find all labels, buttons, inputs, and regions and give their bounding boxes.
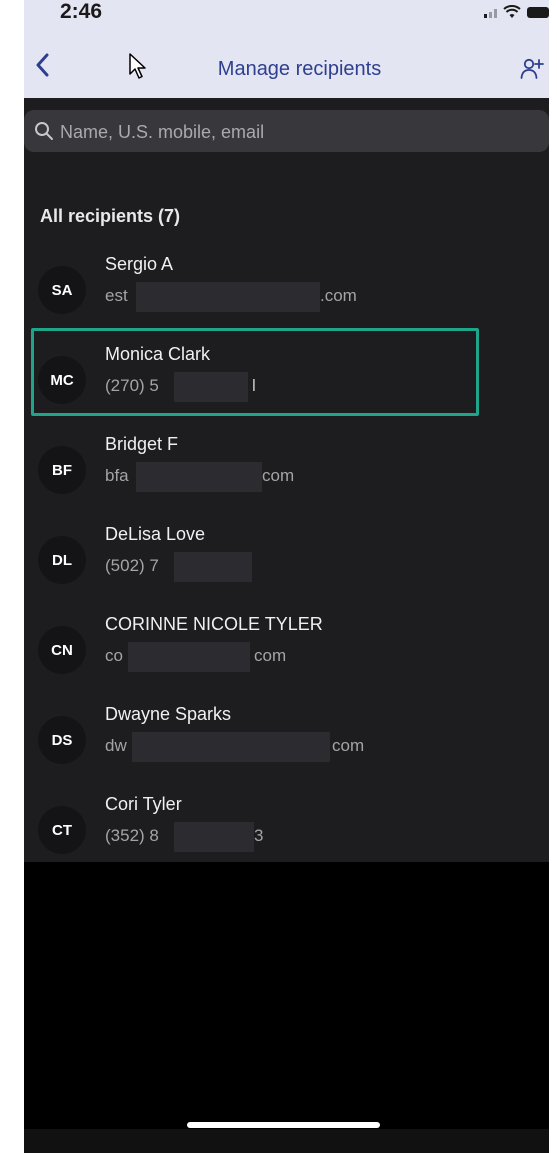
- recipient-row[interactable]: DL DeLisa Love (502) 7: [24, 510, 549, 600]
- empty-area: [24, 862, 549, 1153]
- redaction-block: [136, 462, 262, 492]
- recipient-row[interactable]: DS Dwayne Sparks dw com: [24, 690, 549, 780]
- recipient-row[interactable]: CN CORINNE NICOLE TYLER co com: [24, 600, 549, 690]
- add-person-icon: [520, 58, 544, 79]
- recipient-detail: dw: [105, 736, 127, 756]
- battery-icon: [527, 6, 549, 18]
- recipient-name: Sergio A: [105, 254, 174, 274]
- page-title: Manage recipients: [217, 58, 382, 80]
- recipient-name: CORINNE NICOLE TYLER: [105, 614, 323, 634]
- redaction-block: [136, 282, 320, 312]
- avatar: SA: [38, 266, 86, 314]
- recipient-detail: bfa: [105, 466, 129, 486]
- add-recipient-button[interactable]: [517, 54, 547, 84]
- recipient-row[interactable]: BF Bridget F bfa com: [24, 420, 549, 510]
- redaction-block: [128, 642, 250, 672]
- detail-start: co: [105, 646, 123, 665]
- phone-screen: 2:46 Manage recipients Name, U.S. mobile…: [24, 0, 549, 1153]
- recipient-detail: est: [105, 286, 128, 306]
- detail-start: est: [105, 286, 128, 305]
- recipient-detail: (352) 8: [105, 826, 159, 846]
- recipient-detail: co: [105, 646, 123, 666]
- recipient-list: All recipients (7) SA Sergio A est .com …: [24, 172, 549, 862]
- detail-start: bfa: [105, 466, 129, 485]
- recipient-row[interactable]: CT Cori Tyler (352) 8 3: [24, 780, 549, 870]
- redaction-block: [132, 732, 330, 762]
- recipient-name: Cori Tyler: [105, 794, 182, 814]
- home-indicator[interactable]: [187, 1122, 380, 1128]
- redaction-block: [174, 822, 254, 852]
- redaction-block: [174, 552, 252, 582]
- detail-start: (502) 7: [105, 556, 159, 575]
- recipient-name: DeLisa Love: [105, 524, 206, 544]
- status-bar: 2:46: [24, 0, 549, 30]
- avatar: DL: [38, 536, 86, 584]
- detail-start: dw: [105, 736, 127, 755]
- signal-icon: [484, 6, 497, 18]
- detail-start: (352) 8: [105, 826, 159, 845]
- detail-end: com: [332, 736, 365, 755]
- selection-highlight: [31, 328, 479, 416]
- search-icon: [35, 122, 53, 140]
- avatar: BF: [38, 446, 86, 494]
- status-time: 2:46: [60, 0, 103, 23]
- nav-bar: Manage recipients: [24, 30, 549, 98]
- avatar: CN: [38, 626, 86, 674]
- avatar: DS: [38, 716, 86, 764]
- section-header: All recipients (7): [40, 206, 181, 226]
- status-icons: [484, 4, 549, 20]
- wifi-icon: [503, 5, 521, 18]
- recipient-name: Dwayne Sparks: [105, 704, 232, 724]
- detail-end: 3: [254, 826, 264, 845]
- avatar: CT: [38, 806, 86, 854]
- recipient-detail: (502) 7: [105, 556, 159, 576]
- detail-end: com: [254, 646, 287, 665]
- search-box[interactable]: [24, 110, 549, 154]
- search-input[interactable]: [58, 110, 532, 154]
- recipient-name: Bridget F: [105, 434, 179, 454]
- detail-end: .com: [320, 286, 357, 305]
- recipient-row[interactable]: SA Sergio A est .com: [24, 240, 549, 330]
- detail-end: com: [262, 466, 295, 485]
- home-bar-area: [24, 1129, 549, 1153]
- search-area: [24, 98, 549, 172]
